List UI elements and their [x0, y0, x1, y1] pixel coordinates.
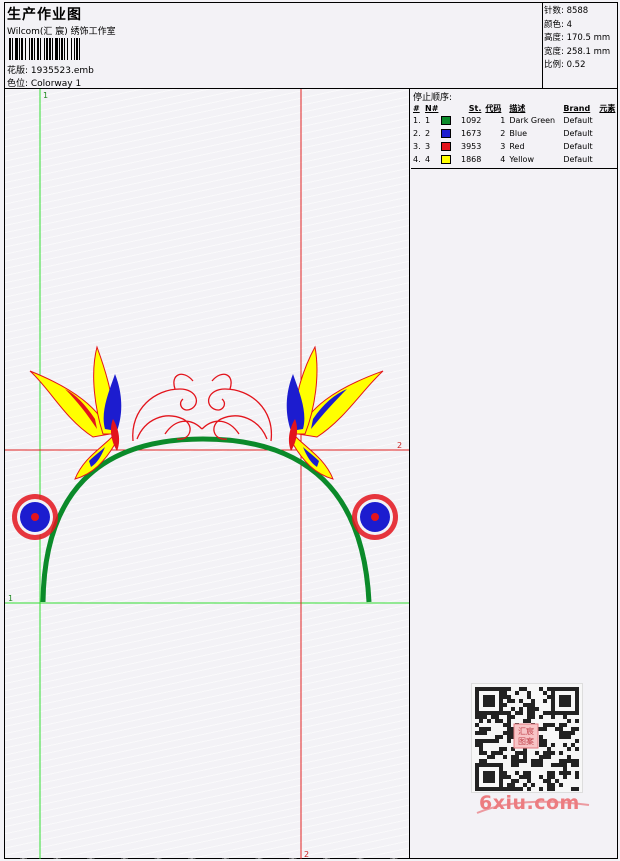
col-header-n: N# [425, 103, 439, 113]
thread-row: 1. 1 1092 1 Dark Green Default [413, 114, 617, 127]
production-worksheet: 生产作业图 Wilcom(汇 宸) 绣饰工作室 花版: 1935523.emb … [4, 2, 618, 859]
row-brand: Default [563, 116, 593, 125]
row-brand: Default [563, 155, 593, 164]
worksheet-header: 生产作业图 Wilcom(汇 宸) 绣饰工作室 花版: 1935523.emb … [5, 3, 617, 89]
thread-row: 2. 2 1673 2 Blue Default [413, 127, 617, 140]
row-index: 3. [413, 142, 421, 151]
row-needle-number: 2 [425, 129, 431, 138]
row-needle: 1 [425, 114, 461, 127]
thread-color-swatch [440, 116, 451, 125]
color-count: 颜色: 4 [544, 19, 572, 30]
stitch-count: 针数: 8588 [544, 6, 589, 16]
barcode-image [9, 38, 145, 60]
row-element [599, 153, 617, 166]
thread-color-swatch [440, 155, 451, 164]
row-element [599, 114, 617, 127]
row-needle-number: 1 [425, 116, 431, 125]
qr-code-pattern: 汇宸图案 [475, 687, 579, 791]
row-element [599, 127, 617, 140]
row-index: 4. [413, 155, 421, 164]
thread-color-swatch [440, 129, 451, 138]
row-needle-number: 4 [425, 155, 431, 164]
guide-label-green-left: 1 [8, 594, 13, 603]
row-needle: 4 [425, 153, 461, 166]
guide-label-red-bottom: 2 [304, 850, 309, 859]
col-header-code: 代码 [485, 103, 502, 113]
right-flower [352, 494, 398, 540]
watermark-seal-text: 图案 [518, 736, 534, 746]
row-needle: 2 [425, 127, 461, 140]
thread-row: 3. 3 3953 3 Red Default [413, 140, 617, 153]
design-preview-canvas[interactable]: 1 1 2 2 [5, 89, 410, 859]
row-desc: Red [509, 142, 525, 151]
watermark-seal-text: 汇宸 [518, 726, 534, 736]
row-code: 1 [500, 116, 506, 125]
stop-sequence-panel: 停止顺序: # N# St. 代码 描述 Brand 元素 1. 1 1092 1 D… [411, 89, 617, 169]
row-needle: 3 [425, 140, 461, 153]
left-flower [12, 494, 58, 540]
row-stitches: 1868 [461, 155, 482, 164]
design-scale: 比例: 0.52 [544, 60, 586, 70]
row-code: 3 [500, 142, 506, 151]
design-stats-panel: 针数: 8588 颜色: 4 高度: 170.5 mm 宽度: 258.1 mm… [542, 3, 617, 89]
guide-label-green-top: 1 [43, 91, 48, 100]
col-header-desc: 描述 [509, 103, 526, 113]
col-header-index: # [413, 103, 420, 113]
row-brand: Default [563, 129, 593, 138]
embroidery-design: 1 1 2 2 [5, 89, 409, 859]
thread-color-swatch [440, 142, 451, 151]
design-height: 高度: 170.5 mm [544, 33, 611, 43]
guide-label-red-right: 2 [397, 441, 402, 450]
col-header-element: 元素 [599, 103, 616, 113]
design-file-name: 花版: 1935523.emb [7, 66, 94, 76]
row-desc: Blue [509, 129, 528, 138]
row-index: 2. [413, 129, 421, 138]
row-index: 1. [413, 116, 421, 125]
row-desc: Dark Green [509, 116, 556, 125]
row-needle-number: 3 [425, 142, 431, 151]
col-header-stitches: St. [468, 103, 482, 113]
row-stitches: 1092 [461, 116, 482, 125]
studio-name: Wilcom(汇 宸) 绣饰工作室 [7, 27, 116, 37]
row-code: 2 [500, 129, 506, 138]
col-header-brand: Brand [563, 103, 591, 113]
red-filigree [132, 373, 273, 442]
qr-code-image: 汇宸 图案 [471, 683, 583, 793]
row-brand: Default [563, 142, 593, 151]
row-code: 4 [500, 155, 506, 164]
thread-table: # N# St. 代码 描述 Brand 元素 1. 1 1092 1 Dark Gr… [413, 102, 617, 166]
row-element [599, 140, 617, 153]
colorway-name: 色位: Colorway 1 [7, 79, 82, 89]
row-desc: Yellow [509, 155, 534, 164]
thread-row: 4. 4 1868 4 Yellow Default [413, 153, 617, 166]
row-stitches: 1673 [461, 129, 482, 138]
row-stitches: 3953 [461, 142, 482, 151]
page-title: 生产作业图 [7, 7, 82, 23]
watermark-site: 6xiu.com [479, 792, 580, 814]
design-width: 宽度: 258.1 mm [544, 46, 611, 57]
